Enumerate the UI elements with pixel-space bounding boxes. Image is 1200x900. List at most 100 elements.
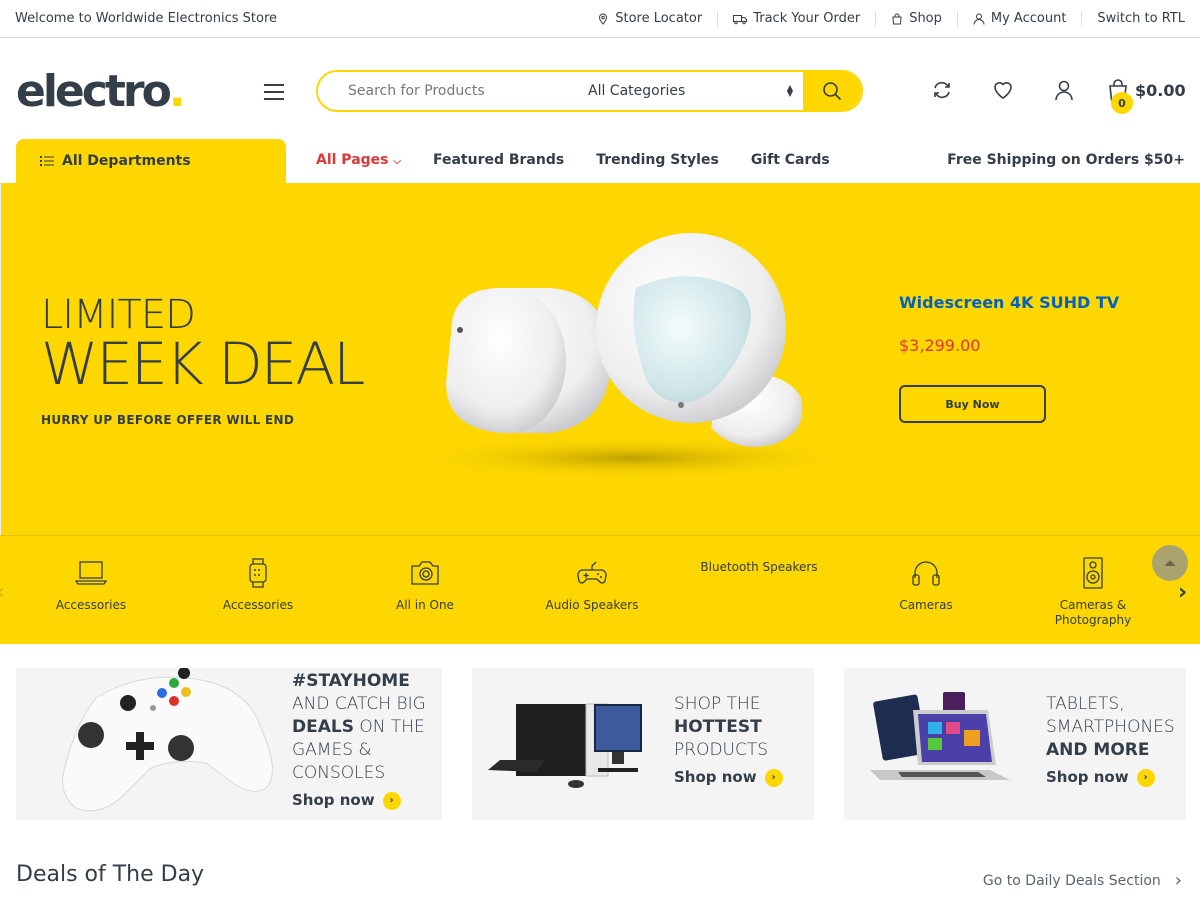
laptop-icon — [74, 561, 108, 585]
category-label: Cameras — [899, 598, 953, 612]
chevron-right-icon: › — [1136, 768, 1155, 787]
category-label: Accessories — [222, 598, 294, 612]
hero-slider: LIMITED WEEK DEAL HURRY UP BEFORE OFFER … — [0, 183, 1200, 535]
banner-hottest-text: SHOP THE HOTTEST PRODUCTS Shop now › — [674, 693, 783, 789]
banner-1-line-5: CONSOLES — [292, 763, 386, 783]
chevron-down-icon: ⌵ — [393, 156, 401, 167]
switch-rtl-label: Switch to RTL — [1097, 10, 1185, 26]
speaker-icon — [1083, 557, 1103, 589]
banner-2-line-3: PRODUCTS — [674, 740, 769, 760]
hero-product-title[interactable]: Widescreen 4K SUHD TV — [899, 293, 1119, 312]
switch-rtl-link[interactable]: Switch to RTL — [1081, 10, 1185, 27]
banner-2-line-1: SHOP THE — [674, 694, 761, 714]
deals-of-the-day-heading: Deals of The Day — [16, 862, 205, 887]
shop-now-link[interactable]: Shop now › — [674, 766, 783, 789]
nav-featured-brands[interactable]: Featured Brands — [433, 152, 564, 168]
store-locator-label: Store Locator — [615, 10, 703, 26]
banner-tablets[interactable]: TABLETS, SMARTPHONES AND MORE Shop now › — [844, 668, 1186, 820]
category-label: Accessories — [55, 598, 127, 612]
banner-stayhome-text: #STAYHOME AND CATCH BIG DEALS ON THE GAM… — [292, 670, 426, 812]
logo[interactable]: electro. — [16, 66, 186, 117]
map-pin-icon — [599, 12, 608, 25]
search-bar: All Categories ▲▼ — [316, 70, 863, 112]
truck-icon — [733, 14, 748, 24]
scroll-to-top-button[interactable] — [1152, 545, 1188, 581]
go-to-daily-deals-label: Go to Daily Deals Section — [982, 872, 1161, 889]
banner-3-line-1: TABLETS, — [1046, 694, 1125, 714]
header: electro. All Categories ▲▼ 0 $0.00 — [0, 38, 1200, 138]
chevron-right-icon: › — [382, 791, 401, 810]
top-bar: Welcome to Worldwide Electronics Store S… — [0, 0, 1200, 38]
cart[interactable]: 0 $0.00 — [1107, 78, 1186, 114]
category-label: Audio Speakers — [545, 598, 639, 612]
main-nav: All Departments All Pages ⌵ Featured Bra… — [0, 138, 1200, 183]
category-select-value: All Categories — [588, 83, 686, 99]
category-select[interactable]: All Categories ▲ ▼ — [588, 72, 803, 110]
category-carousel: Accessories Accessories All in One Audio… — [0, 535, 1200, 644]
earbuds-image — [401, 233, 861, 480]
category-item[interactable]: Accessories — [31, 556, 151, 613]
category-item[interactable]: Audio Speakers — [532, 556, 652, 613]
gamepad-icon — [577, 561, 607, 584]
banner-hottest[interactable]: SHOP THE HOTTEST PRODUCTS Shop now › — [472, 668, 814, 820]
banner-tablets-text: TABLETS, SMARTPHONES AND MORE Shop now › — [1046, 693, 1175, 789]
shop-now-label: Shop now — [292, 791, 375, 809]
header-icons: 0 $0.00 — [930, 78, 1186, 114]
category-item[interactable]: Cameras — [866, 556, 986, 613]
nav-links: All Pages ⌵ Featured Brands Trending Sty… — [316, 152, 862, 168]
banner-2-line-2-bold: HOTTEST — [674, 717, 762, 737]
track-order-link[interactable]: Track Your Order — [717, 10, 875, 27]
category-item[interactable]: Bluetooth Speakers — [699, 560, 819, 575]
hero-line-1: LIMITED — [41, 292, 196, 338]
search-input[interactable] — [318, 72, 588, 110]
store-locator-link[interactable]: Store Locator — [582, 11, 717, 27]
buy-now-button[interactable]: Buy Now — [899, 385, 1046, 423]
shop-now-label: Shop now — [674, 768, 757, 786]
category-label: All in One — [396, 598, 454, 612]
shop-link[interactable]: Shop — [875, 10, 957, 27]
search-button[interactable] — [803, 72, 861, 110]
cart-total: $0.00 — [1135, 80, 1186, 100]
shop-now-link[interactable]: Shop now › — [1046, 766, 1175, 789]
logo-dot: . — [168, 66, 186, 117]
shop-label: Shop — [909, 10, 942, 26]
heart-icon[interactable] — [991, 78, 1015, 102]
nav-trending-styles[interactable]: Trending Styles — [596, 152, 719, 168]
go-to-daily-deals-link[interactable]: Go to Daily Deals Section › — [983, 870, 1182, 891]
tablets-laptop-image — [870, 692, 1010, 780]
banner-1-line-3: ON THE — [353, 717, 425, 737]
nav-gift-cards[interactable]: Gift Cards — [751, 152, 830, 168]
all-departments-button[interactable]: All Departments — [16, 139, 286, 183]
logo-text: electro — [16, 66, 172, 117]
caret-up-icon — [1164, 560, 1176, 567]
chevron-right-icon: › — [1174, 870, 1182, 891]
nav-all-pages[interactable]: All Pages ⌵ — [316, 152, 401, 168]
category-item[interactable]: All in One — [365, 556, 485, 613]
search-icon — [823, 82, 842, 101]
account-icon[interactable] — [1052, 78, 1076, 102]
carousel-next-arrow-icon[interactable]: › — [1178, 580, 1187, 605]
carousel-prev-arrow-icon[interactable]: ‹ — [0, 580, 5, 605]
free-shipping-text: Free Shipping on Orders $50+ — [947, 152, 1185, 168]
banner-1-line-4: GAMES & — [292, 740, 372, 760]
hero-line-2: WEEK DEAL — [41, 330, 365, 398]
banner-1-line-3-bold: DEALS — [292, 717, 354, 737]
cart-count-badge: 0 — [1111, 92, 1133, 114]
compare-icon[interactable] — [930, 78, 954, 102]
user-icon — [973, 13, 985, 25]
banner-3-line-3-bold: AND MORE — [1046, 740, 1150, 760]
banner-3-line-2: SMARTPHONES — [1046, 717, 1175, 737]
headphones-icon — [912, 561, 940, 586]
category-item[interactable]: Accessories — [198, 556, 318, 613]
banner-stayhome[interactable]: #STAYHOME AND CATCH BIG DEALS ON THE GAM… — [16, 668, 442, 820]
smartwatch-icon — [249, 558, 267, 588]
game-controller-image — [62, 668, 273, 812]
track-order-label: Track Your Order — [753, 10, 861, 26]
hero-line-3: HURRY UP BEFORE OFFER WILL END — [41, 413, 295, 427]
menu-toggle-icon[interactable] — [264, 84, 284, 100]
desktop-computer-image — [488, 703, 642, 788]
shop-now-link[interactable]: Shop now › — [292, 789, 426, 812]
camera-icon — [411, 561, 439, 585]
category-item[interactable]: Cameras & Photography — [1033, 556, 1153, 628]
my-account-link[interactable]: My Account — [956, 10, 1082, 27]
